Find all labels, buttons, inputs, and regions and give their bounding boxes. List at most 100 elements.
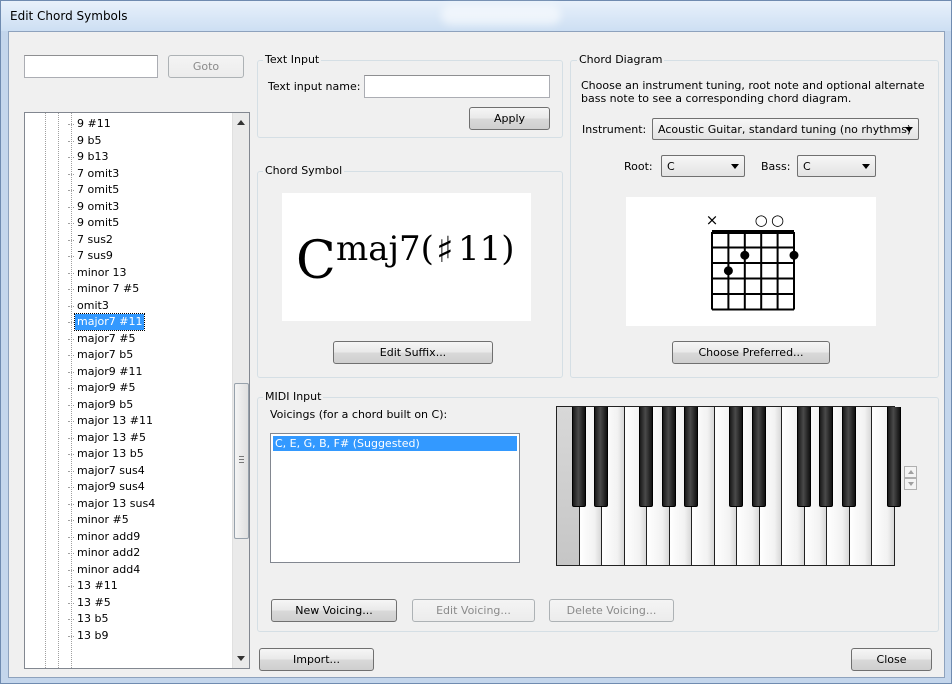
- tree-item[interactable]: 7 omit3: [68, 166, 121, 182]
- tree-item-label: major9 #11: [77, 364, 143, 378]
- tree-item[interactable]: major7 #5: [68, 331, 137, 347]
- tree-item[interactable]: major9 #5: [68, 380, 137, 396]
- tree-item[interactable]: major 13 sus4: [68, 496, 157, 512]
- tree-item-label: major 13 #11: [77, 414, 153, 427]
- tree-item[interactable]: 13 b9: [68, 628, 110, 644]
- apply-button[interactable]: Apply: [469, 107, 550, 130]
- piano-black-key[interactable]: [639, 407, 653, 507]
- new-voicing-button[interactable]: New Voicing...: [271, 599, 397, 622]
- delete-voicing-button[interactable]: Delete Voicing...: [549, 599, 674, 622]
- tree-vertical-scrollbar[interactable]: [232, 113, 249, 668]
- tree-connector: [68, 371, 74, 373]
- tree-item[interactable]: 7 sus9: [68, 248, 115, 264]
- scrollbar-thumb[interactable]: [234, 383, 249, 539]
- tree-item-label: 7 sus2: [77, 232, 113, 246]
- voicings-list[interactable]: C, E, G, B, F# (Suggested): [270, 433, 520, 563]
- tree-connector: [68, 239, 74, 241]
- edit-voicing-button[interactable]: Edit Voicing...: [412, 599, 535, 622]
- tree-connector: [68, 520, 74, 521]
- keyboard-scroll-up[interactable]: [904, 466, 917, 478]
- piano-black-key[interactable]: [796, 407, 811, 507]
- tree-connector: [68, 503, 74, 505]
- instrument-select-value: Acoustic Guitar, standard tuning (no rhy…: [658, 122, 912, 136]
- tree-item[interactable]: 13 #11: [68, 578, 120, 594]
- tree-item[interactable]: omit3: [68, 298, 111, 314]
- tree-item[interactable]: major 13 #11: [68, 413, 155, 429]
- tree-item[interactable]: major7 sus4: [68, 463, 147, 479]
- close-button[interactable]: Close: [851, 648, 932, 671]
- piano-black-key[interactable]: [751, 407, 766, 507]
- tree-connector: [68, 602, 74, 604]
- tree-item[interactable]: minor 7 #5: [68, 281, 141, 297]
- tree-item[interactable]: major9 b5: [68, 397, 135, 413]
- tree-item-label: major 13 b5: [77, 447, 144, 460]
- tree-item[interactable]: minor add2: [68, 545, 142, 561]
- tree-item[interactable]: 9 omit3: [68, 199, 121, 215]
- text-input-name-field[interactable]: [364, 75, 550, 98]
- tree-item[interactable]: 9 b5: [68, 133, 103, 149]
- tree-connector: [68, 305, 74, 307]
- text-input-name-label: Text input name:: [268, 80, 361, 93]
- midi-keyboard[interactable]: [556, 406, 901, 566]
- tree-item[interactable]: 9 omit5: [68, 215, 121, 231]
- tree-item[interactable]: major7 b5: [68, 347, 135, 363]
- tree-item[interactable]: minor add4: [68, 562, 142, 578]
- edit-suffix-button[interactable]: Edit Suffix...: [333, 341, 493, 364]
- choose-preferred-button[interactable]: Choose Preferred...: [672, 341, 830, 364]
- keyboard-scroll-down[interactable]: [904, 478, 917, 490]
- tree-item[interactable]: 7 omit5: [68, 182, 121, 198]
- tree-connector: [68, 388, 74, 389]
- tree-connector: [68, 157, 74, 158]
- tree-item[interactable]: major9 sus4: [68, 479, 147, 495]
- root-select[interactable]: C: [661, 155, 745, 177]
- voicing-list-item[interactable]: C, E, G, B, F# (Suggested): [273, 436, 517, 451]
- tree-item[interactable]: 7 sus2: [68, 232, 115, 248]
- title-bar[interactable]: Edit Chord Symbols: [1, 1, 951, 31]
- tree-item[interactable]: 13 b5: [68, 611, 110, 627]
- piano-black-key[interactable]: [729, 407, 743, 507]
- piano-black-key[interactable]: [886, 407, 901, 507]
- tree-connector: [68, 487, 74, 488]
- scroll-up-arrow-icon[interactable]: [237, 120, 245, 125]
- tree-guide-line: [71, 113, 72, 668]
- piano-black-key[interactable]: [841, 407, 856, 507]
- tree-item-label: 7 omit3: [77, 166, 120, 180]
- tree-item[interactable]: major9 #11: [68, 364, 144, 380]
- piano-black-key[interactable]: [571, 407, 586, 507]
- tree-guide-line: [58, 113, 59, 668]
- tree-connector: [68, 173, 74, 175]
- piano-black-key[interactable]: [684, 407, 698, 507]
- tree-item[interactable]: 13 #5: [68, 595, 113, 611]
- chord-root-letter: C: [296, 231, 336, 291]
- tree-connector: [68, 140, 74, 142]
- goto-button[interactable]: Goto: [168, 55, 244, 78]
- tree-item[interactable]: major 13 #5: [68, 430, 148, 446]
- titlebar-glow: [441, 5, 561, 25]
- tree-item-label: major7 #11: [77, 315, 143, 328]
- tree-item[interactable]: minor 13: [68, 265, 129, 281]
- tree-item-label: minor add2: [77, 546, 141, 559]
- import-button[interactable]: Import...: [259, 648, 374, 671]
- goto-input[interactable]: [24, 55, 158, 78]
- chord-diagram-description: Choose an instrument tuning, root note a…: [581, 79, 925, 105]
- chord-suffix-tree[interactable]: 9 #11 9 b5 9 b13 7 omit3 7 omit5 9 omit3 9 omi…: [24, 112, 250, 669]
- tree-item-label: major7 #5: [77, 331, 136, 345]
- tree-item[interactable]: 9 b13: [68, 149, 110, 165]
- instrument-select[interactable]: Acoustic Guitar, standard tuning (no rhy…: [652, 118, 919, 140]
- tree-item[interactable]: minor #5: [68, 512, 131, 528]
- bass-select[interactable]: C: [797, 155, 876, 177]
- piano-black-key[interactable]: [594, 407, 608, 507]
- sharp-accidental-icon: ♯: [436, 230, 454, 271]
- tree-item[interactable]: major 13 b5: [68, 446, 146, 462]
- piano-black-key[interactable]: [819, 407, 833, 507]
- tree-item[interactable]: minor add9: [68, 529, 142, 545]
- tree-item[interactable]: 9 #11: [68, 116, 113, 132]
- tree-connector: [68, 635, 74, 637]
- scroll-down-arrow-icon[interactable]: [237, 656, 245, 661]
- tree-item[interactable]: major7 #11: [68, 313, 146, 331]
- piano-black-key[interactable]: [661, 407, 676, 507]
- tree-connector: [68, 190, 74, 191]
- guitar-chord-diagram: × ○ ○: [706, 211, 799, 311]
- tree-connector: [68, 355, 74, 356]
- chord-diagram-canvas: × ○ ○: [626, 197, 876, 326]
